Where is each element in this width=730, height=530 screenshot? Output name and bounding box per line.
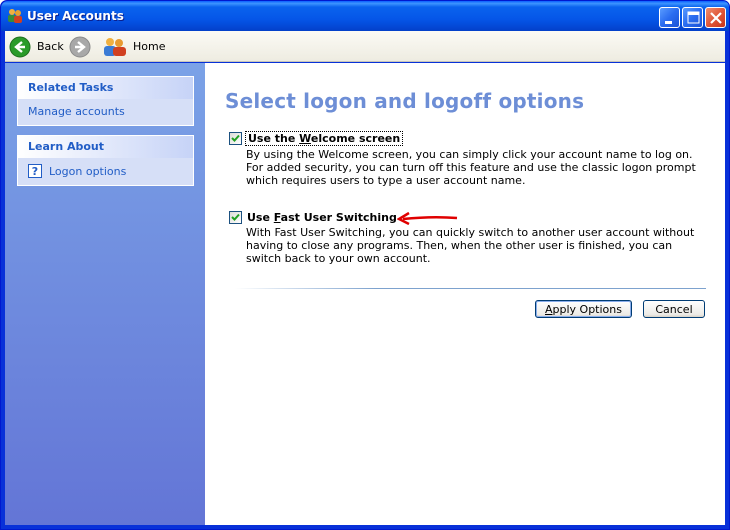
help-icon: ? — [28, 164, 42, 178]
label-text: ast User Switching — [280, 211, 397, 224]
minimize-icon — [665, 21, 672, 24]
users-home-icon — [104, 37, 126, 56]
accelerator-key: A — [544, 302, 553, 316]
learn-about-panel: Learn About ? Logon options — [17, 135, 194, 186]
welcome-screen-label[interactable]: Use the Welcome screen — [245, 131, 404, 146]
close-button[interactable] — [705, 7, 726, 28]
accelerator-key: F — [273, 211, 281, 224]
welcome-screen-description: By using the Welcome screen, you can sim… — [246, 148, 696, 187]
home-button[interactable]: Home — [103, 35, 165, 58]
button-text: pply Options — [552, 302, 622, 316]
page-title: Select logon and logoff options — [225, 89, 585, 113]
fast-user-switching-description: With Fast User Switching, you can quickl… — [246, 226, 695, 265]
red-annotation-arrow-icon — [397, 211, 458, 225]
window-frame-bottom — [1, 525, 729, 529]
related-tasks-heading: Related Tasks — [18, 77, 193, 99]
svg-text:?: ? — [32, 165, 38, 178]
maximize-button[interactable] — [682, 7, 703, 28]
back-arrow-icon — [9, 36, 31, 57]
back-label: Back — [37, 40, 64, 53]
window-frame-right — [725, 31, 729, 529]
fast-user-switching-checkbox[interactable] — [229, 211, 242, 224]
apply-options-button[interactable]: Apply Options — [535, 300, 632, 318]
back-button[interactable]: Back — [9, 35, 64, 58]
checkmark-icon — [231, 134, 240, 142]
close-icon — [710, 12, 722, 24]
logon-options-label: Logon options — [49, 164, 127, 178]
welcome-screen-option: Use the Welcome screen By using the Welc… — [229, 131, 709, 187]
divider — [235, 288, 706, 289]
title-bar[interactable]: User Accounts — [1, 1, 729, 31]
learn-about-heading: Learn About — [18, 136, 193, 158]
label-text: Use — [247, 211, 274, 224]
navigation-toolbar: Back Home — [5, 31, 727, 62]
manage-accounts-link[interactable]: Manage accounts — [28, 105, 183, 118]
main-content: Select logon and logoff options Use the … — [205, 63, 727, 527]
minimize-button[interactable] — [659, 7, 680, 28]
checkmark-icon — [231, 213, 240, 221]
welcome-screen-checkbox[interactable] — [229, 132, 242, 145]
logon-options-link[interactable]: ? Logon options — [28, 164, 183, 178]
user-accounts-window: User Accounts Back Home Related Tasks Ma… — [0, 0, 730, 530]
forward-arrow-icon — [69, 36, 91, 57]
fast-user-switching-label[interactable]: Use Fast User Switching — [245, 211, 399, 224]
window-title: User Accounts — [27, 9, 124, 23]
maximize-icon — [687, 11, 700, 24]
accelerator-key: W — [299, 132, 311, 145]
cancel-button[interactable]: Cancel — [643, 300, 705, 318]
user-accounts-icon — [8, 9, 22, 23]
forward-button[interactable] — [69, 35, 91, 58]
label-text: Use the — [248, 132, 300, 145]
task-pane: Related Tasks Manage accounts Learn Abou… — [5, 63, 205, 527]
fast-user-switching-option: Use Fast User Switching With Fast User S… — [229, 211, 709, 265]
related-tasks-panel: Related Tasks Manage accounts — [17, 76, 194, 126]
label-text: elcome screen — [310, 132, 401, 145]
home-label: Home — [133, 40, 166, 53]
